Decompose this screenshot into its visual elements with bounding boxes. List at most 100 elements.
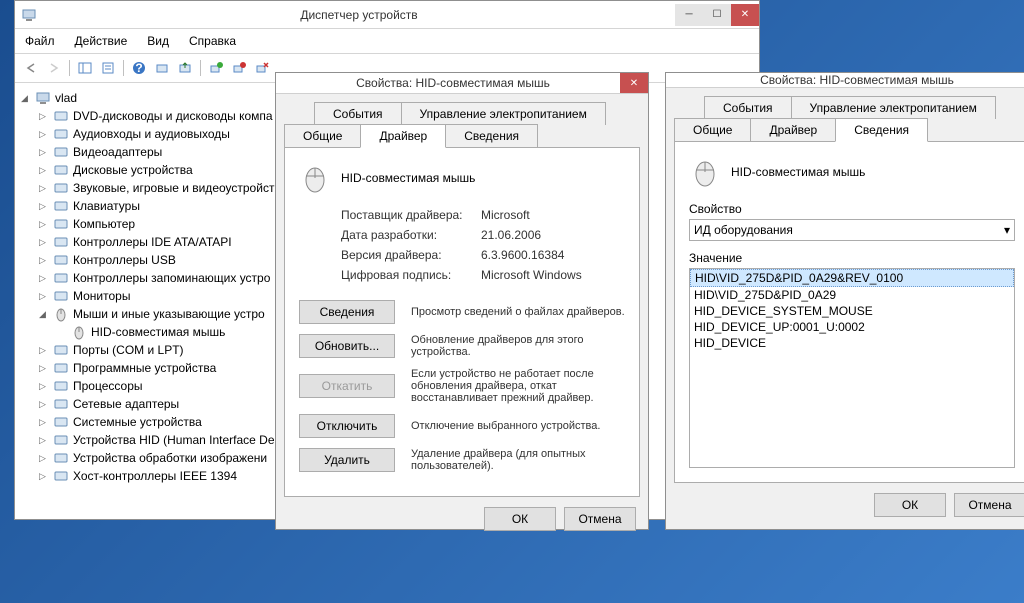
expand-icon[interactable]: ▷ <box>39 255 51 266</box>
driver-details-button[interactable]: Сведения <box>299 300 395 324</box>
device-category-icon <box>53 144 69 160</box>
properties-dialog-driver: Свойства: HID-совместимая мышь ✕ События… <box>275 72 649 530</box>
show-hide-tree-icon[interactable] <box>75 58 95 78</box>
collapse-icon[interactable]: ◢ <box>39 309 51 320</box>
expand-icon[interactable]: ▷ <box>39 399 51 410</box>
dialog-titlebar: Свойства: HID-совместимая мышь ✕ <box>276 73 648 94</box>
menu-action[interactable]: Действие <box>65 31 138 51</box>
expand-icon[interactable]: ▷ <box>39 201 51 212</box>
list-item[interactable]: HID_DEVICE_SYSTEM_MOUSE <box>690 303 1014 319</box>
collapse-icon[interactable]: ◢ <box>21 93 33 104</box>
uninstall-driver-button[interactable]: Удалить <box>299 448 395 472</box>
disable-device-button[interactable]: Отключить <box>299 414 395 438</box>
category-label: Контроллеры USB <box>73 253 176 267</box>
category-label: Устройства HID (Human Interface De <box>73 433 275 447</box>
update-driver-button[interactable]: Обновить... <box>299 334 395 358</box>
device-label: HID-совместимая мышь <box>91 325 225 339</box>
uninstall-icon[interactable] <box>252 58 272 78</box>
device-category-icon <box>53 342 69 358</box>
enable-icon[interactable] <box>206 58 226 78</box>
device-category-icon <box>53 396 69 412</box>
device-category-icon <box>53 270 69 286</box>
tab-events[interactable]: События <box>704 96 792 119</box>
device-category-icon <box>53 180 69 196</box>
tab-strip: События Управление электропитанием Общие… <box>674 96 1024 483</box>
tab-details[interactable]: Сведения <box>445 124 538 147</box>
update-driver-icon[interactable] <box>175 58 195 78</box>
update-driver-desc: Обновление драйверов для этого устройств… <box>411 334 625 358</box>
device-category-icon <box>53 360 69 376</box>
expand-icon[interactable]: ▷ <box>39 363 51 374</box>
svg-text:?: ? <box>135 61 142 75</box>
tab-general[interactable]: Общие <box>284 124 361 147</box>
expand-icon[interactable]: ▷ <box>39 453 51 464</box>
list-item[interactable]: HID\VID_275D&PID_0A29 <box>690 287 1014 303</box>
disable-device-desc: Отключение выбранного устройства. <box>411 420 625 432</box>
close-button[interactable]: ✕ <box>620 73 648 93</box>
menu-file[interactable]: Файл <box>15 31 65 51</box>
expand-icon[interactable]: ▷ <box>39 111 51 122</box>
category-label: Компьютер <box>73 217 135 231</box>
back-icon[interactable] <box>21 58 41 78</box>
category-label: Устройства обработки изображени <box>73 451 267 465</box>
device-category-icon <box>53 432 69 448</box>
property-label: Свойство <box>689 202 1015 216</box>
close-button[interactable]: ✕ <box>731 4 759 26</box>
help-icon[interactable]: ? <box>129 58 149 78</box>
expand-icon[interactable]: ▷ <box>39 471 51 482</box>
list-item[interactable]: HID_DEVICE <box>690 335 1014 351</box>
expand-icon[interactable]: ▷ <box>39 129 51 140</box>
tab-power[interactable]: Управление электропитанием <box>791 96 996 119</box>
version-label: Версия драйвера: <box>341 248 481 262</box>
expand-icon[interactable]: ▷ <box>39 147 51 158</box>
expand-icon[interactable]: ▷ <box>39 165 51 176</box>
tab-general[interactable]: Общие <box>674 118 751 141</box>
device-category-icon <box>53 252 69 268</box>
cancel-button[interactable]: Отмена <box>954 493 1024 517</box>
menu-help[interactable]: Справка <box>179 31 246 51</box>
menu-view[interactable]: Вид <box>137 31 179 51</box>
scan-hardware-icon[interactable] <box>152 58 172 78</box>
ok-button[interactable]: ОК <box>874 493 946 517</box>
ok-button[interactable]: ОК <box>484 507 556 531</box>
list-item[interactable]: HID_DEVICE_UP:0001_U:0002 <box>690 319 1014 335</box>
vendor-value: Microsoft <box>481 208 530 222</box>
tab-details[interactable]: Сведения <box>835 118 928 142</box>
minimize-button[interactable]: ─ <box>675 4 703 26</box>
list-item[interactable]: HID\VID_275D&PID_0A29&REV_0100 <box>690 269 1014 287</box>
device-category-icon <box>53 234 69 250</box>
property-combo[interactable]: ИД оборудования ▾ <box>689 219 1015 241</box>
expand-icon[interactable]: ▷ <box>39 435 51 446</box>
mouse-icon <box>689 156 721 188</box>
expand-icon[interactable]: ▷ <box>39 219 51 230</box>
expand-icon[interactable]: ▷ <box>39 273 51 284</box>
category-label: Видеоадаптеры <box>73 145 162 159</box>
tab-events[interactable]: События <box>314 102 402 125</box>
dialog-title: Свойства: HID-совместимая мышь <box>286 76 620 90</box>
hardware-ids-listbox[interactable]: HID\VID_275D&PID_0A29&REV_0100HID\VID_27… <box>689 268 1015 468</box>
date-label: Дата разработки: <box>341 228 481 242</box>
device-category-icon <box>53 450 69 466</box>
disable-icon[interactable] <box>229 58 249 78</box>
maximize-button[interactable]: ☐ <box>703 4 731 26</box>
signature-label: Цифровая подпись: <box>341 268 481 282</box>
rollback-driver-button[interactable]: Откатить <box>299 374 395 398</box>
device-category-icon <box>53 108 69 124</box>
category-label: Хост-контроллеры IEEE 1394 <box>73 469 237 483</box>
expand-icon[interactable]: ▷ <box>39 183 51 194</box>
cancel-button[interactable]: Отмена <box>564 507 636 531</box>
expand-icon[interactable]: ▷ <box>39 417 51 428</box>
expand-icon[interactable]: ▷ <box>39 381 51 392</box>
device-category-icon <box>53 198 69 214</box>
expand-icon[interactable]: ▷ <box>39 345 51 356</box>
category-label: Дисковые устройства <box>73 163 193 177</box>
mouse-icon <box>71 324 87 340</box>
tab-panel-driver: HID-совместимая мышь Поставщик драйвера:… <box>284 147 640 497</box>
tab-driver[interactable]: Драйвер <box>750 118 836 141</box>
tab-power[interactable]: Управление электропитанием <box>401 102 606 125</box>
tab-driver[interactable]: Драйвер <box>360 124 446 148</box>
properties-icon[interactable] <box>98 58 118 78</box>
expand-icon[interactable]: ▷ <box>39 237 51 248</box>
expand-icon[interactable]: ▷ <box>39 291 51 302</box>
forward-icon[interactable] <box>44 58 64 78</box>
